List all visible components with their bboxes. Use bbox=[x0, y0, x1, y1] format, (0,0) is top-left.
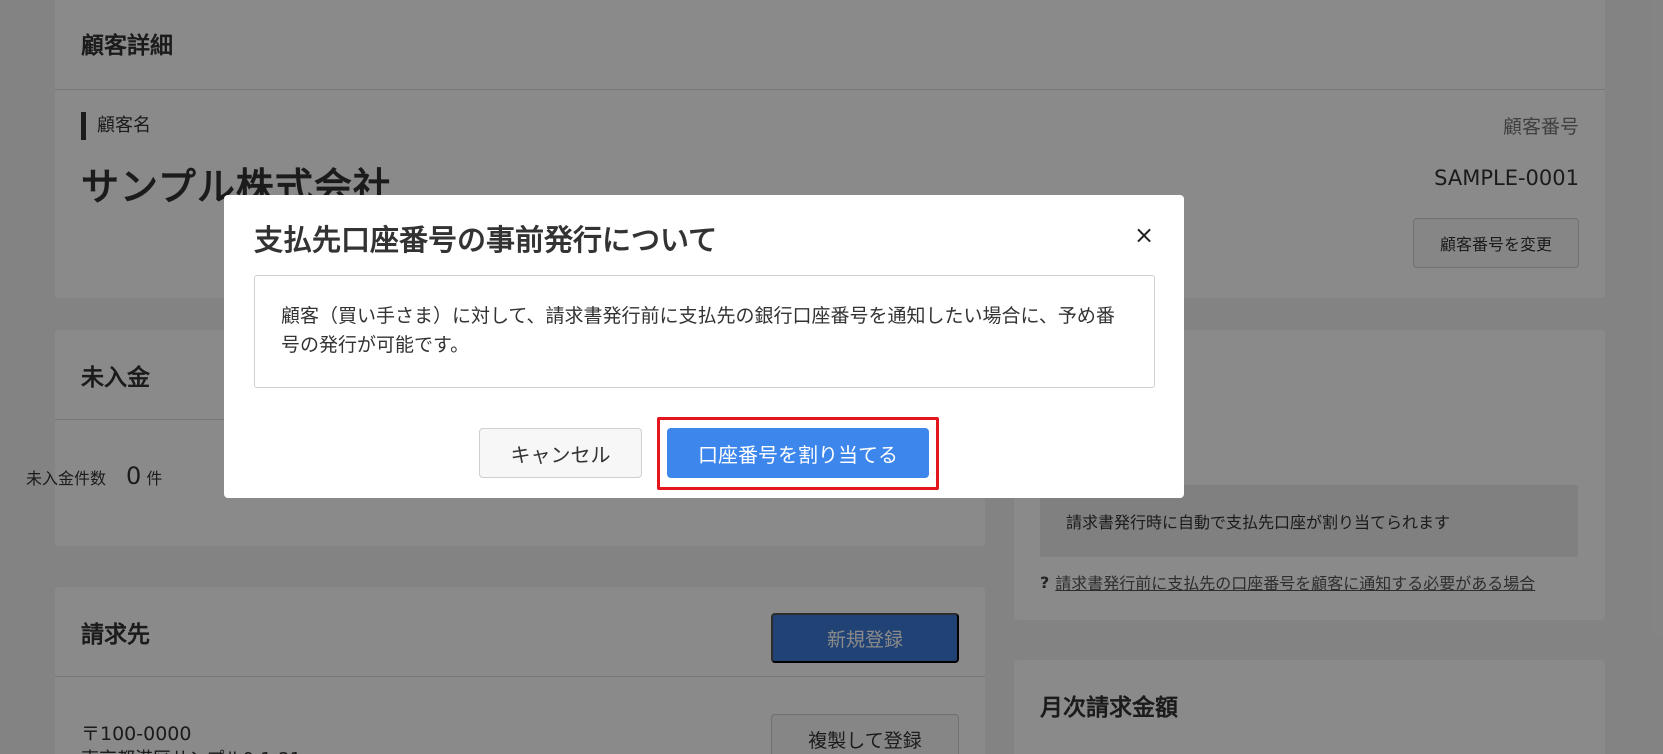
close-icon[interactable]: × bbox=[1130, 221, 1158, 249]
page: 顧客詳細 顧客名 サンプル株式会社 顧客番号 SAMPLE-0001 顧客番号を… bbox=[0, 0, 1663, 754]
modal-body-text: 顧客（買い手さま）に対して、請求書発行前に支払先の銀行口座番号を通知したい場合に… bbox=[254, 275, 1155, 388]
cancel-button[interactable]: キャンセル bbox=[479, 428, 642, 478]
pre-issue-modal: 支払先口座番号の事前発行について × 顧客（買い手さま）に対して、請求書発行前に… bbox=[224, 195, 1184, 498]
assign-account-number-button[interactable]: 口座番号を割り当てる bbox=[667, 428, 929, 478]
modal-title: 支払先口座番号の事前発行について bbox=[254, 223, 718, 257]
